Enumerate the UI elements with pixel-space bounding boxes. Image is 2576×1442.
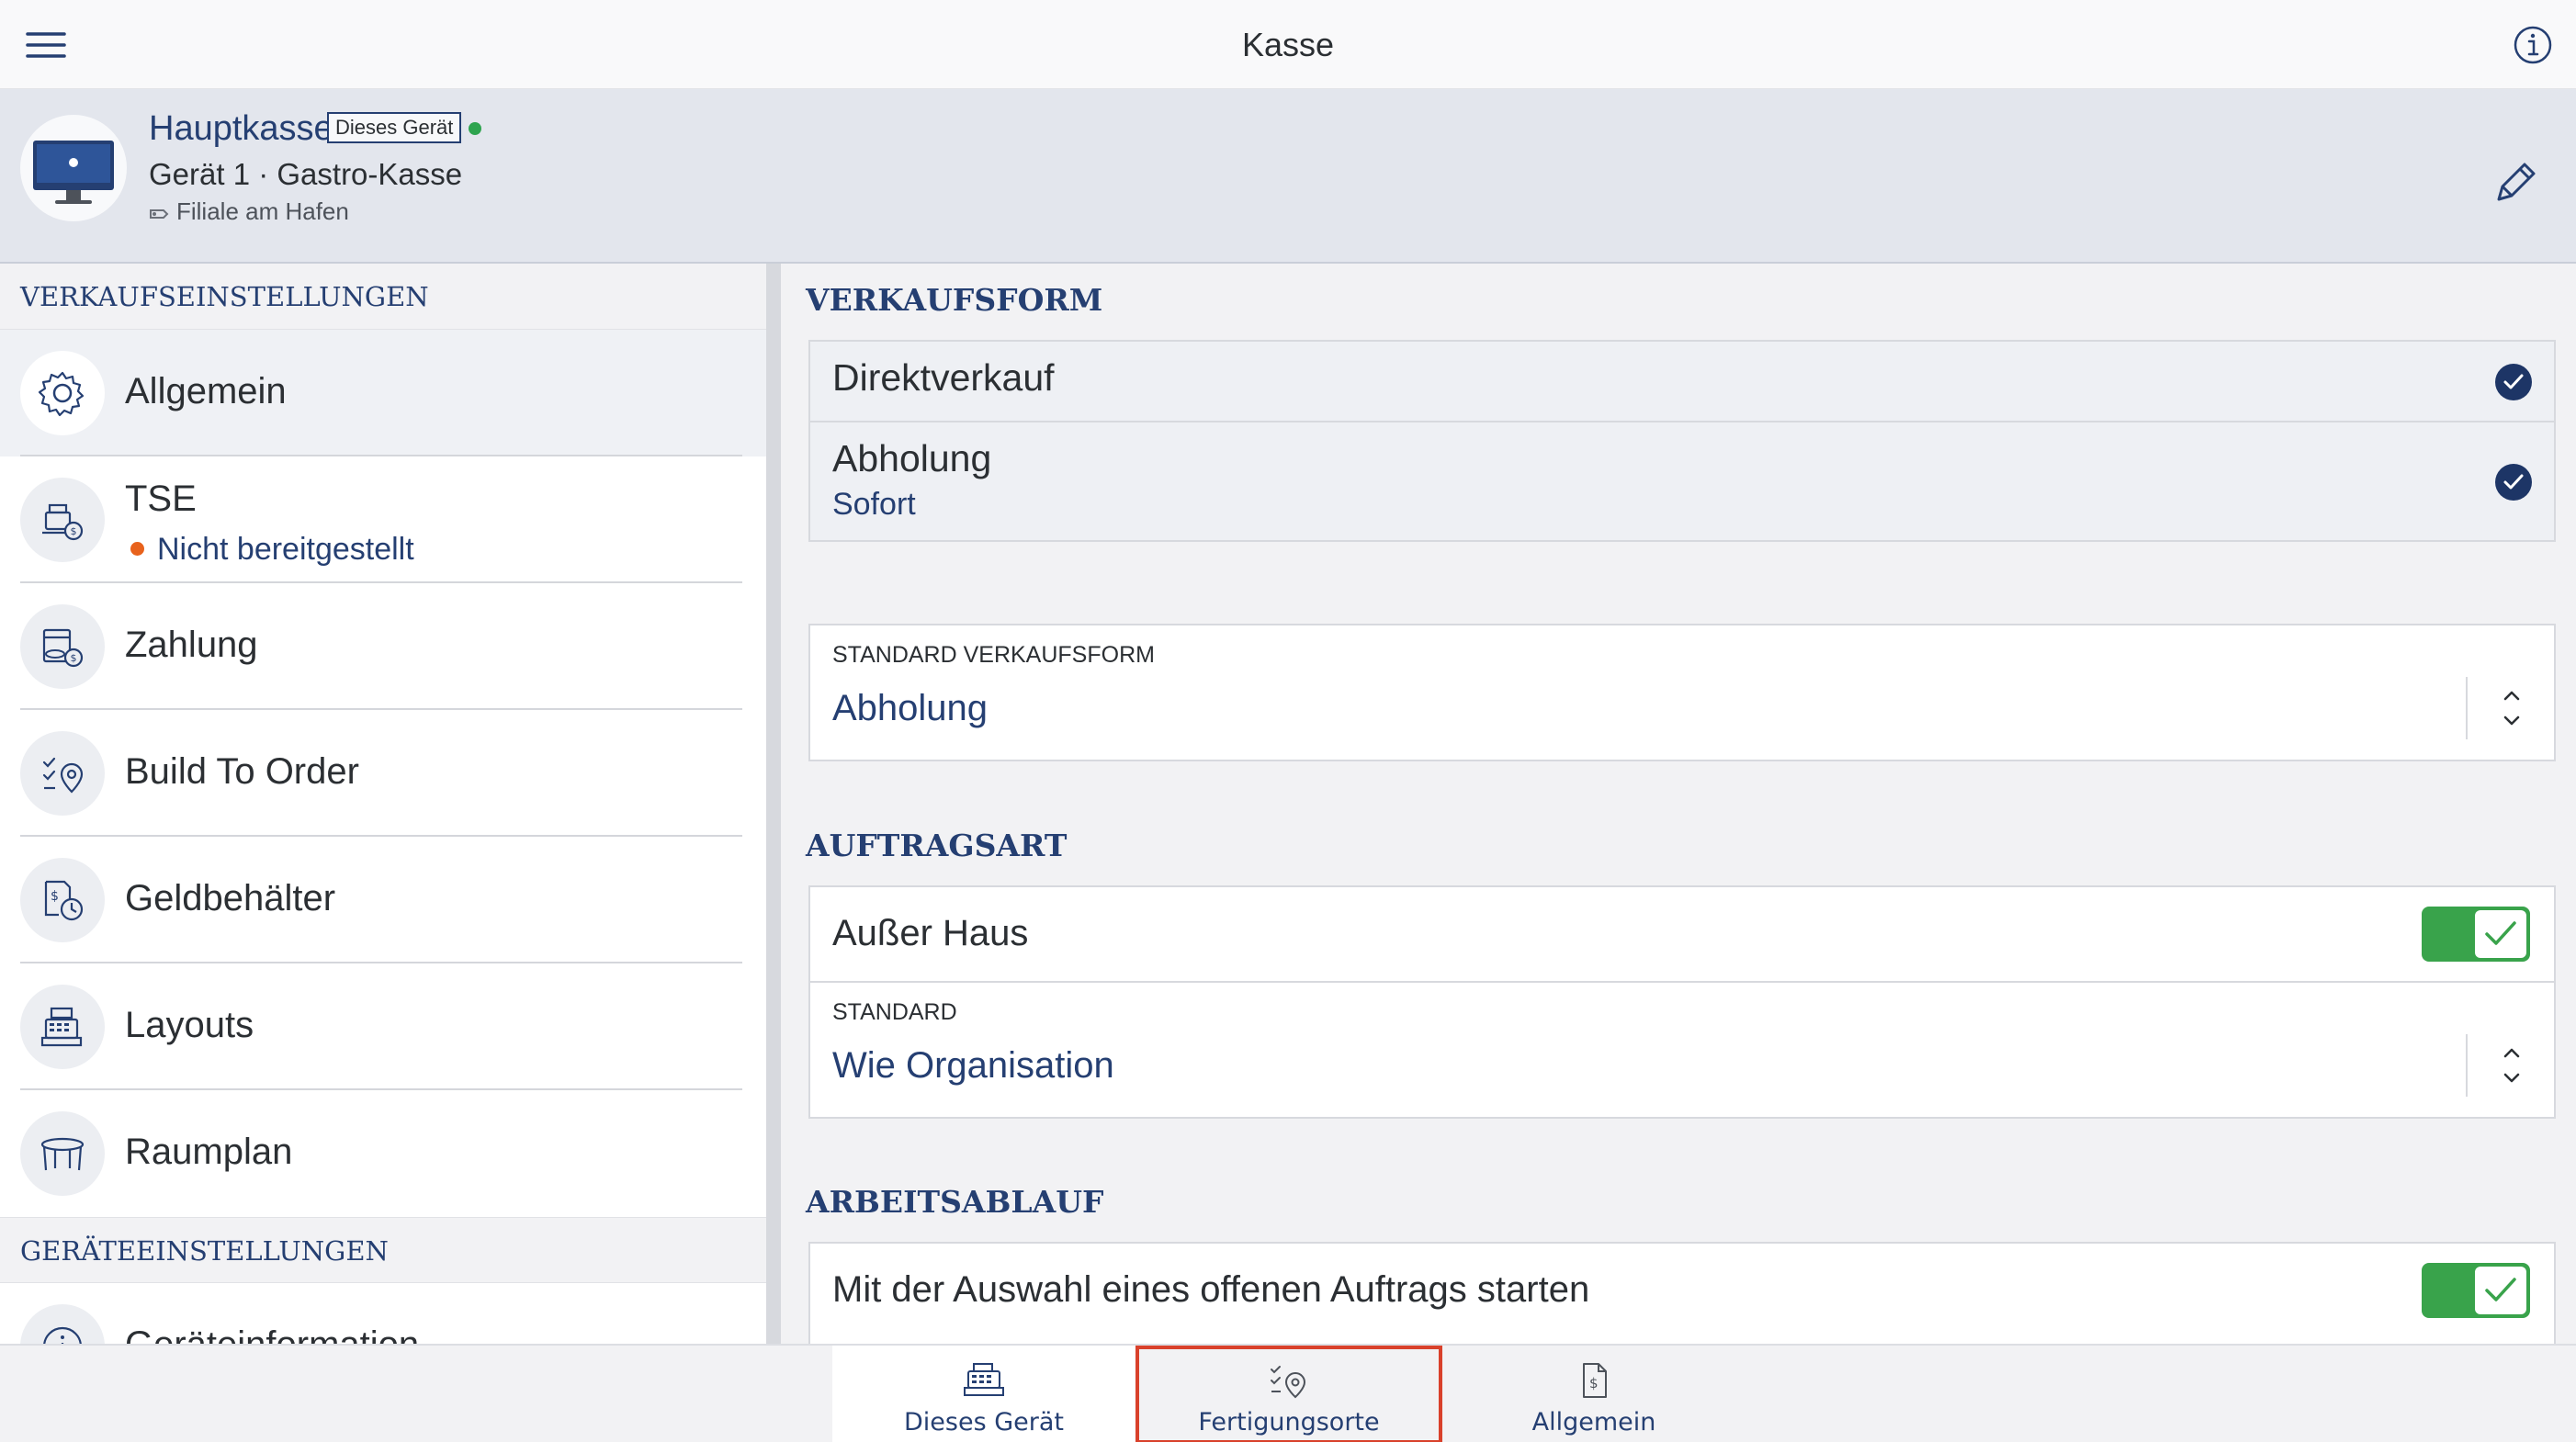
tse-status: Nicht bereitgestellt	[130, 532, 414, 568]
open-order-start-row: Mit der Auswahl eines offenen Auftrags s…	[808, 1242, 2556, 1344]
row-label: Außer Haus	[832, 913, 1029, 953]
option-abholung[interactable]: Abholung Sofort	[808, 421, 2556, 542]
checkmark-icon	[2495, 464, 2532, 501]
navigation-bar: Kasse	[0, 0, 2576, 89]
sidebar-item-label: Allgemein	[125, 371, 287, 411]
ausser-haus-row: Außer Haus	[808, 885, 2556, 983]
gear-icon	[38, 371, 85, 417]
field-label: STANDARD VERKAUFSFORM	[832, 642, 1155, 668]
svg-text:$: $	[71, 652, 77, 664]
row-label: Mit der Auswahl eines offenen Auftrags s…	[832, 1269, 1590, 1310]
option-title: Abholung	[832, 437, 992, 479]
sidebar-item-geldbehaelter[interactable]: $ Geldbehälter	[0, 837, 766, 963]
tab-allgemein[interactable]: $ Allgemein	[1442, 1346, 1746, 1442]
branch-icon	[150, 209, 169, 219]
option-title: Direktverkauf	[832, 356, 1055, 399]
check-icon	[2485, 1278, 2516, 1301]
info-icon[interactable]	[2510, 22, 2556, 68]
section-header-sales-settings: VERKAUFSEINSTELLUNGEN	[0, 264, 766, 330]
chevron-up-down-icon[interactable]	[2466, 1034, 2554, 1097]
device-header: Hauptkasse Dieses Gerät Gerät 1 · Gastro…	[0, 89, 2576, 264]
device-branch: Filiale am Hafen	[149, 197, 349, 226]
checkmark-icon	[2495, 364, 2532, 400]
branch-name: Filiale am Hafen	[176, 197, 349, 225]
field-value: Wie Organisation	[832, 1045, 1114, 1086]
sidebar-item-allgemein[interactable]: Allgemein	[0, 330, 766, 456]
table-icon	[40, 1137, 85, 1171]
chevron-up-down-icon[interactable]	[2466, 677, 2554, 739]
settings-sidebar: VERKAUFSEINSTELLUNGEN Allgemein $ TSE Ni…	[0, 264, 766, 1344]
section-header-auftragsart: AUFTRAGSART	[806, 828, 1068, 863]
sidebar-item-geraeteinformation[interactable]: Geräteinformation	[0, 1283, 766, 1344]
tab-fertigungsorte[interactable]: Fertigungsorte	[1135, 1346, 1442, 1442]
layouts-icon	[40, 1007, 83, 1047]
tse-register-icon: $	[42, 503, 84, 541]
svg-text:$: $	[71, 525, 77, 537]
ausser-haus-toggle[interactable]	[2422, 907, 2530, 962]
svg-text:$: $	[51, 889, 59, 904]
section-header-arbeitsablauf: ARBEITSABLAUF	[806, 1184, 1104, 1220]
sidebar-item-label: Raumplan	[125, 1132, 293, 1172]
tab-label: Allgemein	[1531, 1408, 1656, 1436]
section-header-verkaufsform: VERKAUFSFORM	[806, 282, 1103, 318]
open-order-start-toggle[interactable]	[2422, 1263, 2530, 1318]
sidebar-item-label: Geräteinformation	[125, 1324, 419, 1344]
section-header-device-settings: GERÄTEEINSTELLUNGEN	[0, 1217, 766, 1283]
sidebar-item-tse[interactable]: $ TSE Nicht bereitgestellt	[0, 456, 766, 583]
document-dollar-icon: $	[1583, 1363, 1607, 1398]
tab-label: Dieses Gerät	[904, 1408, 1064, 1436]
warning-status-dot	[130, 542, 144, 556]
sidebar-item-label: TSE	[125, 479, 197, 519]
sidebar-item-label: Geldbehälter	[125, 878, 336, 918]
page-title: Kasse	[1241, 26, 1335, 63]
sidebar-item-zahlung[interactable]: $ Zahlung	[0, 583, 766, 710]
info-icon	[43, 1326, 82, 1344]
production-location-icon	[1271, 1366, 1306, 1399]
sidebar-item-label: Zahlung	[125, 625, 258, 665]
sidebar-item-build-to-order[interactable]: Build To Order	[0, 710, 766, 837]
tse-status-text: Nicht bereitgestellt	[157, 532, 414, 567]
this-device-badge: Dieses Gerät	[327, 112, 462, 143]
build-to-order-icon	[42, 757, 84, 794]
panel-divider	[766, 264, 781, 1344]
auftragsart-standard-select[interactable]: STANDARD Wie Organisation	[808, 981, 2556, 1119]
sidebar-item-label: Layouts	[125, 1005, 254, 1045]
cash-register-icon	[964, 1363, 1004, 1396]
tab-bar: Dieses Gerät Fertigungsorte $ Allgemein	[0, 1344, 2576, 1442]
sidebar-item-label: Build To Order	[125, 751, 359, 792]
computer-icon	[20, 115, 127, 221]
option-subtitle: Sofort	[832, 487, 916, 522]
tab-dieses-geraet[interactable]: Dieses Gerät	[832, 1346, 1135, 1442]
field-value: Abholung	[832, 688, 989, 728]
field-label: STANDARD	[832, 999, 957, 1025]
check-icon	[2485, 921, 2516, 945]
device-subtitle: Gerät 1 · Gastro-Kasse	[149, 157, 463, 191]
device-name: Hauptkasse	[149, 109, 333, 148]
cash-drawer-icon: $	[44, 880, 84, 921]
standard-verkaufsform-select[interactable]: STANDARD VERKAUFSFORM Abholung	[808, 624, 2556, 761]
payment-icon: $	[42, 628, 84, 668]
option-direktverkauf[interactable]: Direktverkauf	[808, 340, 2556, 422]
sidebar-item-layouts[interactable]: Layouts	[0, 963, 766, 1090]
tab-label: Fertigungsorte	[1198, 1408, 1380, 1436]
pencil-icon[interactable]	[2488, 153, 2543, 208]
online-status-dot	[469, 122, 481, 135]
svg-text:$: $	[1589, 1375, 1599, 1391]
settings-content: VERKAUFSFORM Direktverkauf Abholung Sofo…	[781, 264, 2576, 1344]
sidebar-item-raumplan[interactable]: Raumplan	[0, 1090, 766, 1217]
